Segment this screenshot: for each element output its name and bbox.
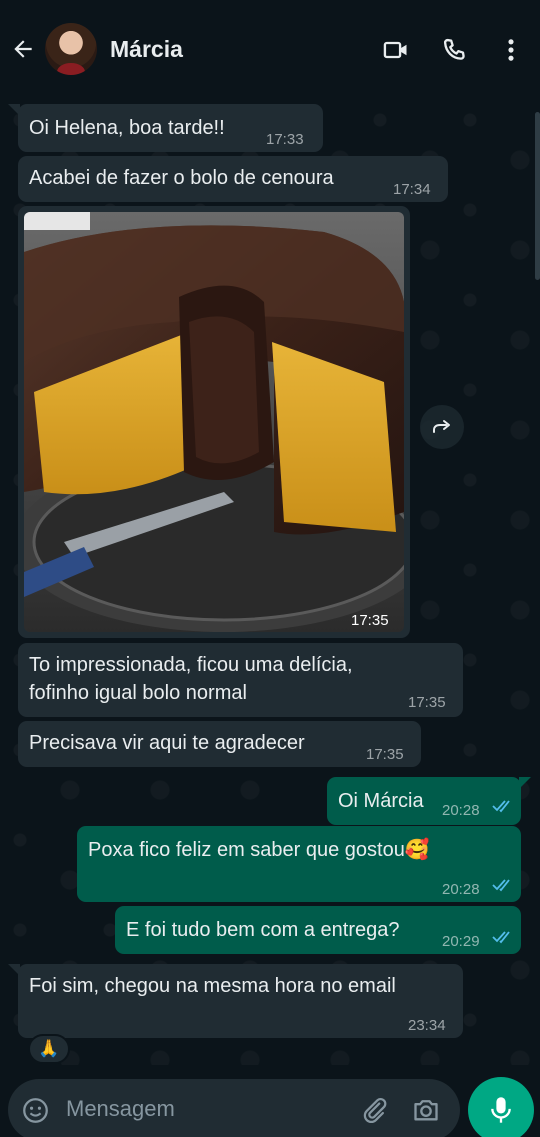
message-bubble-outgoing[interactable]: Poxa fico feliz em saber que gostou🥰 20:… — [77, 826, 521, 902]
chat-photo-carrot-cake[interactable] — [24, 212, 404, 632]
message-time: 17:34 — [393, 181, 431, 198]
forward-button[interactable] — [420, 405, 464, 449]
voice-message-button[interactable] — [468, 1077, 534, 1137]
microphone-icon — [491, 1097, 511, 1123]
message-text: Foi sim, chegou na mesma hora no email — [29, 975, 396, 997]
avatar[interactable] — [45, 23, 97, 75]
paperclip-icon[interactable] — [360, 1096, 388, 1124]
message-time: 17:35 — [408, 694, 446, 711]
emoji-icon[interactable] — [22, 1097, 49, 1124]
scrollbar[interactable] — [535, 112, 540, 280]
message-text-line: To impressionada, ficou uma delícia, — [29, 654, 353, 676]
phone-icon[interactable] — [440, 36, 468, 64]
more-vert-icon[interactable] — [497, 36, 525, 64]
message-time: 23:34 — [408, 1017, 446, 1034]
video-camera-icon[interactable] — [382, 36, 410, 64]
message-reaction[interactable]: 🙏 — [28, 1034, 70, 1064]
message-text-line: fofinho igual bolo normal — [29, 682, 247, 704]
message-time: 17:33 — [266, 131, 304, 148]
read-ticks-icon — [492, 931, 510, 944]
message-text: Oi Márcia — [338, 790, 424, 812]
smiling-face-hearts-emoji: 🥰 — [404, 839, 430, 861]
message-text: E foi tudo bem com a entrega? — [126, 919, 400, 941]
message-text: Oi Helena, boa tarde!! — [29, 117, 225, 139]
message-bubble-incoming[interactable]: Acabei de fazer o bolo de cenoura 17:34 — [18, 156, 448, 202]
message-time: 20:28 — [442, 881, 480, 898]
camera-icon[interactable] — [412, 1096, 440, 1124]
read-ticks-icon — [492, 800, 510, 813]
message-bubble-incoming[interactable]: Oi Helena, boa tarde!! 17:33 — [8, 104, 323, 152]
message-text: Precisava vir aqui te agradecer — [29, 732, 305, 754]
message-time: 17:35 — [351, 612, 389, 629]
message-bubble-incoming[interactable]: Precisava vir aqui te agradecer 17:35 — [18, 721, 421, 767]
message-bubble-outgoing[interactable]: E foi tudo bem com a entrega? 20:29 — [115, 906, 521, 954]
message-text: Poxa fico feliz em saber que gostou🥰 — [88, 839, 430, 861]
read-ticks-icon — [492, 879, 510, 892]
arrow-left-icon[interactable] — [10, 36, 36, 62]
message-time: 20:28 — [442, 802, 480, 819]
contact-name[interactable]: Márcia — [110, 36, 183, 63]
forward-icon — [433, 420, 450, 433]
message-composer[interactable]: Mensagem — [8, 1079, 460, 1137]
message-input[interactable]: Mensagem — [66, 1096, 175, 1122]
message-text: Acabei de fazer o bolo de cenoura — [29, 167, 334, 189]
message-bubble-incoming[interactable]: To impressionada, ficou uma delícia, fof… — [18, 643, 463, 717]
message-time: 20:29 — [442, 933, 480, 950]
message-time: 17:35 — [366, 746, 404, 763]
message-bubble-incoming[interactable]: Foi sim, chegou na mesma hora no email 2… — [8, 964, 463, 1038]
chat-header: Márcia — [0, 0, 540, 100]
message-bubble-outgoing[interactable]: Oi Márcia 20:28 — [327, 777, 531, 825]
